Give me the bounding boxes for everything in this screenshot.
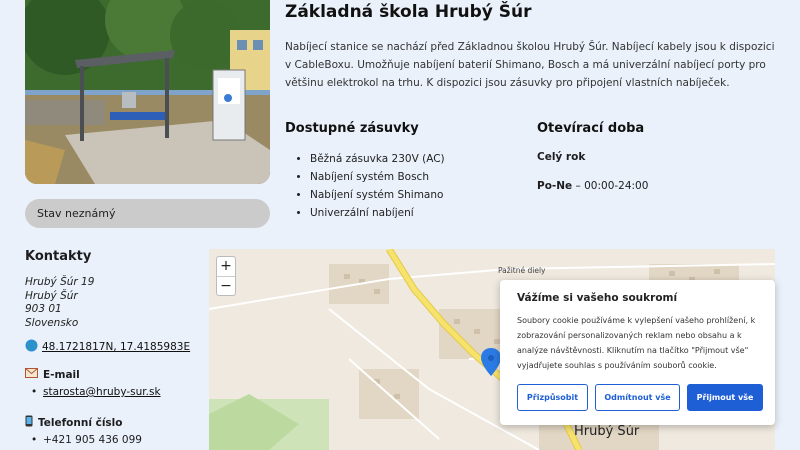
zoom-in-button[interactable]: +: [217, 257, 235, 277]
address: Hrubý Šúr 19 Hrubý Šúr 903 01 Slovensko: [25, 276, 94, 330]
email-label: E-mail: [43, 368, 80, 381]
list-item: Nabíjení systém Bosch: [310, 168, 445, 186]
opening-hours-time: – 00:00-24:00: [572, 180, 649, 192]
zoom-out-button[interactable]: −: [217, 277, 235, 297]
sockets-list: Běžná zásuvka 230V (AC) Nabíjení systém …: [310, 150, 445, 222]
address-line: Hrubý Šúr 19: [25, 276, 95, 288]
opening-hours-season: Celý rok: [537, 151, 586, 163]
cookie-buttons: Přizpůsobit Odmítnout vše Přijmout vše: [517, 384, 763, 411]
list-item: Běžná zásuvka 230V (AC): [310, 150, 445, 168]
envelope-icon: [25, 368, 38, 381]
cookie-text: Soubory cookie používáme k vylepšení vaš…: [517, 316, 756, 370]
gps-row: 48.1721817N, 17.4185983E: [25, 339, 190, 355]
phone-item: +421 905 436 099: [31, 434, 142, 446]
customize-button[interactable]: Přizpůsobit: [517, 384, 588, 411]
station-description: Nabíjecí stanice se nachází před Základn…: [285, 41, 775, 89]
contacts-heading: Kontakty: [25, 249, 92, 264]
map-zoom-control: + −: [216, 256, 236, 296]
cookie-title: Vážíme si vašeho soukromí: [517, 292, 678, 304]
sockets-heading: Dostupné zásuvky: [285, 121, 419, 136]
email-link[interactable]: starosta@hruby-sur.sk: [43, 386, 161, 398]
list-item: Univerzální nabíjení: [310, 204, 445, 222]
station-photo: [25, 0, 270, 184]
gps-link[interactable]: 48.1721817N, 17.4185983E: [42, 341, 190, 353]
address-line: Slovensko: [25, 316, 79, 329]
accept-all-button[interactable]: Přijmout vše: [687, 384, 763, 411]
globe-icon: [25, 339, 38, 355]
status-badge: Stav neznámý: [25, 199, 270, 228]
map-village-label: Hrubý Šúr: [574, 424, 640, 439]
email-heading: E-mail: [25, 368, 80, 381]
phone-icon: [25, 415, 33, 430]
phone-label: Telefonní číslo: [38, 416, 123, 429]
address-line: 903 01: [25, 303, 62, 315]
list-item: Nabíjení systém Shimano: [310, 186, 445, 204]
reject-all-button[interactable]: Odmítnout vše: [595, 384, 680, 411]
map-field-label: Pažitné diely: [498, 266, 546, 275]
cookie-consent-dialog: Vážíme si vašeho soukromí Soubory cookie…: [500, 280, 775, 425]
email-item: starosta@hruby-sur.sk: [31, 386, 161, 398]
address-line: Hrubý Šúr: [25, 289, 78, 302]
opening-hours-row: Po-Ne – 00:00-24:00: [537, 180, 648, 192]
opening-hours-day: Po-Ne: [537, 180, 573, 192]
phone-heading: Telefonní číslo: [25, 415, 122, 430]
opening-hours-heading: Otevírací doba: [537, 121, 645, 136]
page-title: Základná škola Hrubý Šúr: [285, 2, 532, 22]
